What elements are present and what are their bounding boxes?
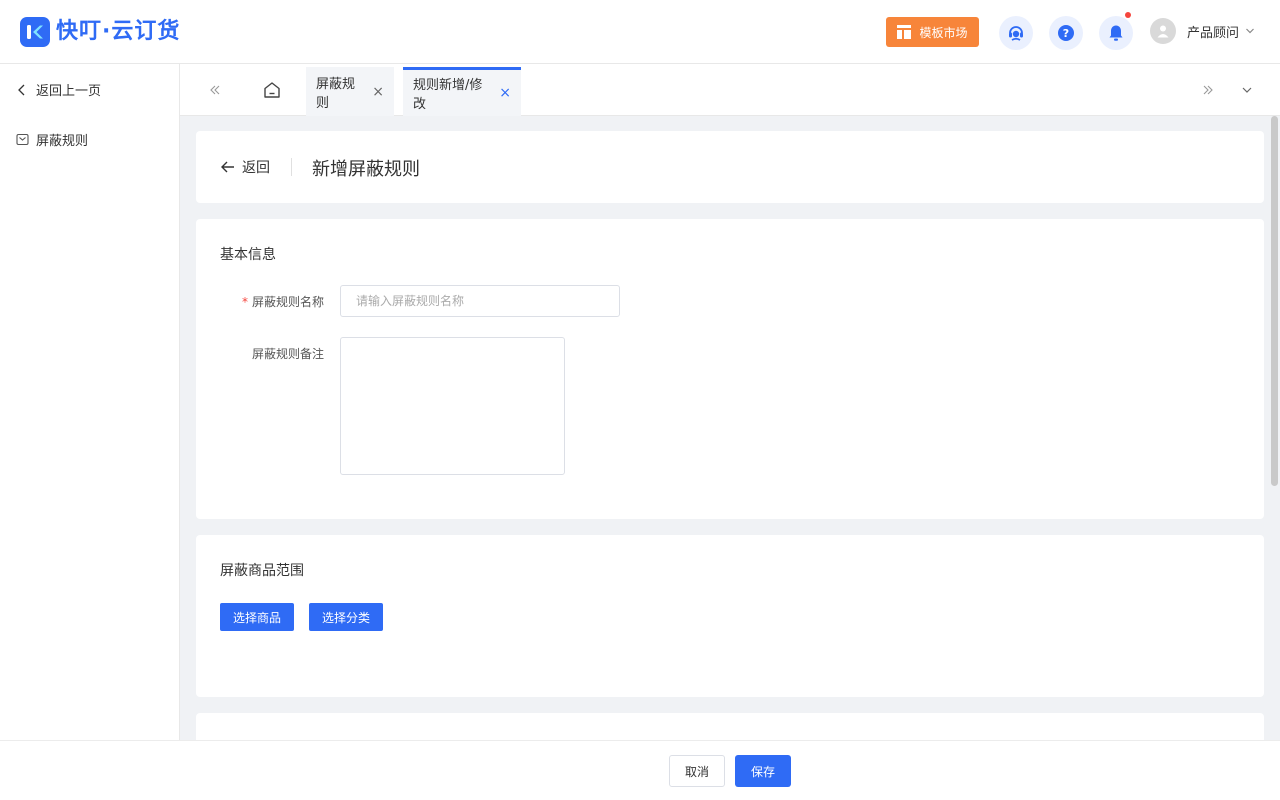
svg-text:?: ? bbox=[1063, 27, 1069, 40]
tab-label: 规则新增/修改 bbox=[413, 78, 483, 112]
sidebar-item-label: 屏蔽规则 bbox=[36, 134, 89, 149]
select-goods-button[interactable]: 选择商品 bbox=[220, 603, 294, 631]
rule-name-label-text: 屏蔽规则名称 bbox=[251, 295, 324, 309]
close-icon[interactable]: × bbox=[499, 85, 511, 101]
home-icon bbox=[264, 82, 280, 98]
footer-action-bar: 取消 保存 bbox=[0, 740, 1280, 800]
rule-name-input[interactable] bbox=[340, 285, 620, 317]
save-button[interactable]: 保存 bbox=[735, 755, 791, 787]
notification-dot bbox=[1125, 12, 1131, 18]
logo-mark-icon bbox=[20, 17, 50, 47]
page-title: 新增屏蔽规则 bbox=[312, 159, 420, 180]
sidebar: 返回上一页 屏蔽规则 bbox=[0, 64, 180, 740]
tab-home[interactable] bbox=[262, 80, 282, 100]
arrow-left-icon bbox=[221, 161, 234, 173]
tab-scroll-left-button[interactable] bbox=[206, 81, 224, 99]
back-button[interactable]: 返回 bbox=[220, 157, 270, 177]
tab-menu-button[interactable] bbox=[1238, 81, 1256, 99]
bell-icon bbox=[1109, 25, 1123, 41]
scrollbar[interactable] bbox=[1271, 116, 1278, 486]
rule-list-icon bbox=[16, 133, 29, 146]
top-header: 快叮·云订货 模板市场 ? 产品顾问 bbox=[0, 0, 1280, 64]
customer-service-button[interactable] bbox=[999, 16, 1033, 50]
chevron-down-icon bbox=[1246, 28, 1254, 34]
goods-scope-card: 屏蔽商品范围 选择商品 选择分类 bbox=[196, 535, 1264, 697]
double-chevron-right-icon bbox=[1203, 85, 1213, 95]
sidebar-back-label: 返回上一页 bbox=[36, 84, 102, 99]
tab-shield-rules[interactable]: 屏蔽规则 × bbox=[306, 67, 394, 116]
notification-button[interactable] bbox=[1099, 12, 1133, 50]
section-title: 基本信息 bbox=[220, 247, 276, 263]
tab-bar: 屏蔽规则 × 规则新增/修改 × bbox=[180, 64, 1280, 116]
sidebar-back-button[interactable]: 返回上一页 bbox=[17, 80, 101, 99]
help-button[interactable]: ? bbox=[1049, 16, 1083, 50]
close-icon[interactable]: × bbox=[372, 84, 384, 100]
logo[interactable]: 快叮·云订货 bbox=[20, 17, 180, 47]
avatar bbox=[1150, 18, 1176, 44]
divider bbox=[291, 158, 292, 176]
rule-note-label: 屏蔽规则备注 bbox=[251, 347, 324, 361]
logo-text: 快叮·云订货 bbox=[56, 19, 181, 44]
user-menu[interactable]: 产品顾问 bbox=[1150, 18, 1255, 44]
rule-note-textarea[interactable] bbox=[340, 337, 565, 475]
customer-service-icon bbox=[1009, 26, 1023, 41]
back-label: 返回 bbox=[242, 160, 270, 176]
rule-name-label: * 屏蔽规则名称 bbox=[204, 293, 324, 310]
template-market-button[interactable]: 模板市场 bbox=[886, 17, 979, 47]
tab-rule-edit[interactable]: 规则新增/修改 × bbox=[403, 67, 521, 116]
double-chevron-left-icon bbox=[210, 85, 220, 95]
page-header-card: 返回 新增屏蔽规则 bbox=[196, 131, 1264, 203]
select-category-button[interactable]: 选择分类 bbox=[309, 603, 383, 631]
user-name: 产品顾问 bbox=[1187, 25, 1240, 41]
tab-scroll-right-button[interactable] bbox=[1199, 81, 1217, 99]
user-icon bbox=[1157, 25, 1169, 38]
template-icon bbox=[897, 25, 912, 39]
chevron-left-icon bbox=[18, 84, 25, 95]
template-market-label: 模板市场 bbox=[919, 25, 968, 40]
basic-info-card: 基本信息 *屏蔽规则名称 屏蔽规则备注 bbox=[196, 219, 1264, 519]
sidebar-item-shield-rules[interactable]: 屏蔽规则 bbox=[16, 130, 88, 149]
tab-label: 屏蔽规则 bbox=[316, 76, 356, 111]
section-title: 屏蔽商品范围 bbox=[220, 563, 304, 579]
help-icon: ? bbox=[1058, 25, 1074, 41]
chevron-down-icon bbox=[1242, 87, 1252, 93]
cancel-button[interactable]: 取消 bbox=[669, 755, 725, 787]
required-mark: * bbox=[241, 295, 248, 309]
